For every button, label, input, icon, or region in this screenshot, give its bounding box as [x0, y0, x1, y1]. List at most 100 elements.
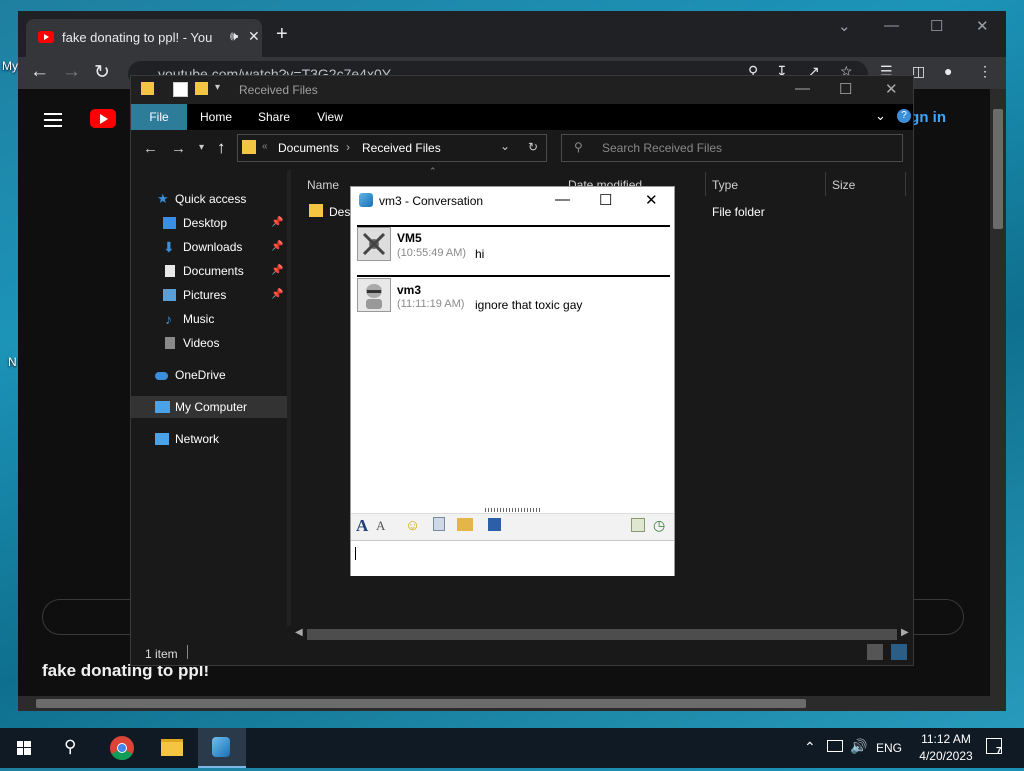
scrollbar-thumb[interactable]	[993, 109, 1003, 229]
column-divider[interactable]	[705, 172, 706, 196]
sidebar-item-videos[interactable]: Videos	[131, 332, 287, 354]
avatar[interactable]	[357, 278, 391, 312]
back-arrow-icon[interactable]: ←	[143, 140, 158, 157]
volume-icon[interactable]: 🔊	[850, 738, 867, 755]
scroll-right-icon[interactable]: ▶	[901, 627, 909, 638]
network-status-icon[interactable]	[827, 740, 843, 752]
text-caret	[355, 547, 356, 560]
column-header-name[interactable]: Name	[307, 178, 339, 192]
column-header-type[interactable]: Type	[712, 178, 738, 192]
close-window-icon[interactable]: ✕	[885, 80, 898, 98]
history-clock-icon[interactable]: ◷	[653, 517, 665, 534]
breadcrumb-received-files[interactable]: Received Files	[362, 141, 441, 155]
refresh-icon[interactable]: ↻	[528, 140, 538, 154]
column-divider[interactable]	[905, 172, 906, 196]
minimize-icon[interactable]: —	[884, 17, 899, 34]
save-icon[interactable]	[488, 518, 501, 531]
column-divider[interactable]	[825, 172, 826, 196]
text-color-icon[interactable]: A	[376, 518, 385, 534]
column-header-size[interactable]: Size	[832, 178, 855, 192]
page-vertical-scrollbar[interactable]	[990, 89, 1006, 696]
explorer-search-box[interactable]: ⚲ Search Received Files	[561, 134, 903, 162]
taskbar-messenger[interactable]	[198, 728, 246, 768]
pin-icon[interactable]: 📌	[271, 284, 283, 306]
input-language[interactable]: ENG	[876, 741, 902, 755]
close-window-icon[interactable]: ✕	[645, 191, 658, 209]
minimize-icon[interactable]: —	[555, 191, 570, 208]
pin-icon[interactable]: 📌	[271, 212, 283, 234]
send-folder-icon[interactable]	[457, 518, 473, 531]
clock-date[interactable]: 4/20/2023	[910, 749, 982, 763]
taskbar-chrome[interactable]	[98, 728, 146, 768]
forward-arrow-icon[interactable]: →	[171, 140, 186, 157]
file-list-horizontal-scrollbar[interactable]: ◀ ▶	[291, 626, 913, 642]
more-menu-icon[interactable]: ⋮	[978, 63, 992, 80]
maximize-icon[interactable]: ☐	[599, 191, 612, 209]
attach-file-icon[interactable]	[433, 517, 445, 531]
customize-quick-access-icon[interactable]: ▾	[215, 82, 220, 93]
smiley-icon[interactable]: ☺	[405, 517, 420, 534]
explorer-address-bar[interactable]: « Documents › Received Files ⌄ ↻	[237, 134, 547, 162]
sidebar-item-downloads[interactable]: ⬇ Downloads 📌	[131, 236, 287, 258]
tab-view[interactable]: View	[305, 104, 355, 130]
sidebar-item-music[interactable]: ♪ Music	[131, 308, 287, 330]
tab-file[interactable]: File	[131, 104, 187, 130]
hamburger-menu-icon[interactable]	[44, 113, 62, 115]
sidebar-item-onedrive[interactable]: OneDrive	[131, 364, 287, 386]
clock-time[interactable]: 11:12 AM	[914, 732, 978, 746]
expand-ribbon-chevron-icon[interactable]: ⌄	[875, 108, 886, 124]
sidebar-item-documents[interactable]: Documents 📌	[131, 260, 287, 282]
tab-search-chevron-icon[interactable]: ⌄	[838, 17, 851, 35]
address-row: ← → ▾ ↑ « Documents › Received Files ⌄ ↻…	[131, 130, 913, 170]
message-input[interactable]	[351, 540, 674, 576]
show-hidden-icons-chevron-icon[interactable]: ⌃	[804, 739, 816, 756]
new-tab-plus-icon[interactable]: +	[276, 24, 288, 44]
sidebar-item-label: Pictures	[183, 288, 227, 302]
help-icon[interactable]: ?	[897, 109, 911, 123]
pin-icon[interactable]: 📌	[271, 260, 283, 282]
sidebar-item-network[interactable]: Network	[131, 428, 287, 450]
desktop-icon-label-network[interactable]: N	[8, 355, 17, 369]
chrome-tab-youtube[interactable]: fake donating to ppl! - YouTube 🕪 ✕	[26, 19, 262, 57]
speaker-icon[interactable]: 🕪	[230, 28, 238, 44]
sidebar-item-desktop[interactable]: Desktop 📌	[131, 212, 287, 234]
profile-avatar-icon[interactable]: ●	[944, 63, 952, 79]
scrollbar-thumb[interactable]	[36, 699, 806, 708]
maximize-icon[interactable]: ☐	[930, 17, 943, 35]
breadcrumb-documents[interactable]: Documents	[278, 141, 339, 155]
sidebar-item-quick-access[interactable]: ★ Quick access	[131, 188, 287, 210]
scroll-left-icon[interactable]: ◀	[295, 627, 303, 638]
reload-icon[interactable]: ↻	[94, 61, 110, 84]
maximize-icon[interactable]: ☐	[839, 80, 852, 98]
tab-share[interactable]: Share	[249, 104, 299, 130]
tab-home[interactable]: Home	[191, 104, 241, 130]
taskbar-search-button[interactable]: ⚲	[48, 728, 96, 768]
resize-grip[interactable]	[485, 508, 541, 512]
copy-icon[interactable]	[631, 518, 645, 532]
new-folder-icon[interactable]	[195, 82, 208, 95]
details-view-icon[interactable]	[867, 644, 883, 660]
taskbar-file-explorer[interactable]	[148, 728, 196, 768]
font-icon[interactable]: A	[356, 516, 368, 536]
large-icons-view-icon[interactable]	[891, 644, 907, 660]
close-icon[interactable]: ✕	[248, 28, 260, 45]
properties-icon[interactable]	[173, 82, 188, 97]
sidebar-item-my-computer[interactable]: My Computer	[131, 396, 287, 418]
address-dropdown-chevron-icon[interactable]: ⌄	[500, 139, 510, 153]
avatar[interactable]	[357, 227, 391, 261]
recent-locations-chevron-icon[interactable]: ▾	[199, 142, 204, 153]
desktop-icon-label-my-computer[interactable]: My	[2, 59, 18, 73]
chrome-icon	[110, 736, 134, 761]
sidebar-item-pictures[interactable]: Pictures 📌	[131, 284, 287, 306]
up-arrow-icon[interactable]: ↑	[217, 138, 226, 158]
breadcrumb-overflow-icon[interactable]: «	[262, 141, 268, 152]
pin-icon[interactable]: 📌	[271, 236, 283, 258]
youtube-logo-icon[interactable]	[90, 109, 116, 128]
back-arrow-icon[interactable]: ←	[30, 61, 49, 83]
page-horizontal-scrollbar[interactable]	[18, 696, 1006, 711]
forward-arrow-icon[interactable]: →	[62, 61, 81, 83]
start-button[interactable]	[0, 728, 48, 768]
close-window-icon[interactable]: ✕	[976, 17, 989, 35]
minimize-icon[interactable]: —	[795, 80, 810, 97]
scrollbar-thumb[interactable]	[307, 629, 897, 640]
